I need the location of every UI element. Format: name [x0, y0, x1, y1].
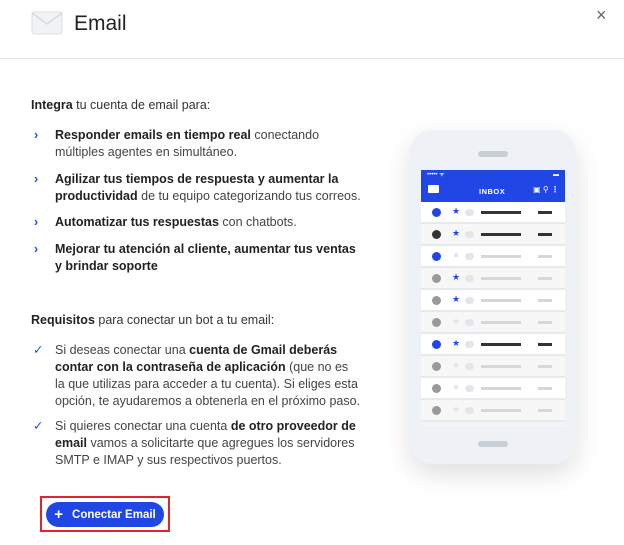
star-icon: ★ [452, 206, 461, 216]
star-icon: ★ [452, 272, 461, 282]
intro-text: Integra tu cuenta de email para: [31, 98, 211, 112]
date-line [538, 321, 552, 324]
requirement-item: ✓ Si deseas conectar una cuenta de Gmail … [33, 343, 361, 408]
toggle-icon [465, 407, 474, 414]
subject-line [481, 211, 521, 214]
star-icon: ★ [452, 382, 461, 392]
mail-icon [428, 185, 439, 193]
chevron-right-icon: › [34, 128, 39, 142]
mail-row: ★ [421, 290, 565, 312]
chevron-right-icon: › [34, 215, 39, 229]
mail-row: ★ [421, 202, 565, 224]
app-bar-icons: ▣ ⚲ ⋮ [533, 185, 559, 194]
phone-app-bar: INBOX ▣ ⚲ ⋮ [421, 180, 565, 202]
mail-row: ★ [421, 334, 565, 356]
feature-item: › Responder emails en tiempo real conecta… [34, 128, 320, 159]
mail-row: ★ [421, 268, 565, 290]
feature-item: › Agilizar tus tiempos de respuesta y aum… [34, 172, 361, 203]
avatar-icon [432, 208, 441, 217]
mail-row: ★ [421, 356, 565, 378]
avatar-icon [432, 318, 441, 327]
subject-line [481, 233, 521, 236]
avatar-icon [432, 340, 441, 349]
date-line [538, 387, 552, 390]
toggle-icon [465, 319, 474, 326]
chevron-right-icon: › [34, 242, 39, 256]
phone-home-bar [478, 441, 508, 447]
check-icon: ✓ [33, 419, 44, 433]
requirements-text: Requisitos para conectar un bot a tu ema… [31, 313, 275, 327]
star-icon: ★ [452, 360, 461, 370]
chevron-right-icon: › [34, 172, 39, 186]
star-icon: ★ [452, 228, 461, 238]
avatar-icon [432, 252, 441, 261]
inbox-label: INBOX [479, 187, 506, 196]
subject-line [481, 277, 521, 280]
toggle-icon [465, 231, 474, 238]
modal-title: Email [74, 12, 127, 35]
date-line [538, 365, 552, 368]
phone-status-bar: ••••• ᯤ ▬ [421, 170, 565, 180]
avatar-icon [432, 274, 441, 283]
avatar-icon [432, 230, 441, 239]
date-line [538, 255, 552, 258]
check-icon: ✓ [33, 343, 44, 357]
mail-list: ★ ★ ★ ★ ★ ★ ★ ★ ★ ★ [421, 202, 565, 422]
star-icon: ★ [452, 316, 461, 326]
subject-line [481, 409, 521, 412]
toggle-icon [465, 341, 474, 348]
star-icon: ★ [452, 338, 461, 348]
subject-line [481, 255, 521, 258]
avatar-icon [432, 362, 441, 371]
avatar-icon [432, 406, 441, 415]
mail-row: ★ [421, 224, 565, 246]
star-icon: ★ [452, 404, 461, 414]
plus-icon: + [54, 506, 64, 523]
subject-line [481, 321, 521, 324]
subject-line [481, 299, 521, 302]
phone-screen: ••••• ᯤ ▬ INBOX ▣ ⚲ ⋮ ★ ★ ★ ★ ★ ★ ★ ★ ★ ★ [421, 170, 565, 426]
requirement-item: ✓ Si quieres conectar una cuenta de otro … [33, 419, 356, 467]
feature-list: › Responder emails en tiempo real conecta… [31, 127, 361, 275]
date-line [538, 233, 552, 236]
feature-item: › Automatizar tus respuestas con chatbots… [34, 215, 297, 229]
toggle-icon [465, 385, 474, 392]
feature-item: › Mejorar tu atención al cliente, aumenta… [34, 242, 356, 273]
requirements-list: ✓ Si deseas conectar una cuenta de Gmail … [31, 342, 361, 469]
toggle-icon [465, 209, 474, 216]
mail-row: ★ [421, 246, 565, 268]
phone-speaker [478, 151, 508, 157]
subject-line [481, 365, 521, 368]
date-line [538, 277, 552, 280]
date-line [538, 299, 552, 302]
subject-line [481, 343, 521, 346]
mail-row: ★ [421, 378, 565, 400]
toggle-icon [465, 253, 474, 260]
date-line [538, 409, 552, 412]
mail-icon [31, 11, 63, 35]
toggle-icon [465, 275, 474, 282]
date-line [538, 211, 552, 214]
modal-header: Email × [0, 0, 624, 59]
toggle-icon [465, 297, 474, 304]
star-icon: ★ [452, 250, 461, 260]
toggle-icon [465, 363, 474, 370]
subject-line [481, 387, 521, 390]
connect-email-label: Conectar Email [72, 508, 156, 521]
date-line [538, 343, 552, 346]
close-icon[interactable]: × [596, 5, 607, 26]
mail-row: ★ [421, 312, 565, 334]
mail-row: ★ [421, 400, 565, 422]
avatar-icon [432, 384, 441, 393]
avatar-icon [432, 296, 441, 305]
connect-email-button[interactable]: + Conectar Email [46, 502, 164, 527]
phone-illustration: ••••• ᯤ ▬ INBOX ▣ ⚲ ⋮ ★ ★ ★ ★ ★ ★ ★ ★ ★ ★ [410, 130, 576, 464]
star-icon: ★ [452, 294, 461, 304]
